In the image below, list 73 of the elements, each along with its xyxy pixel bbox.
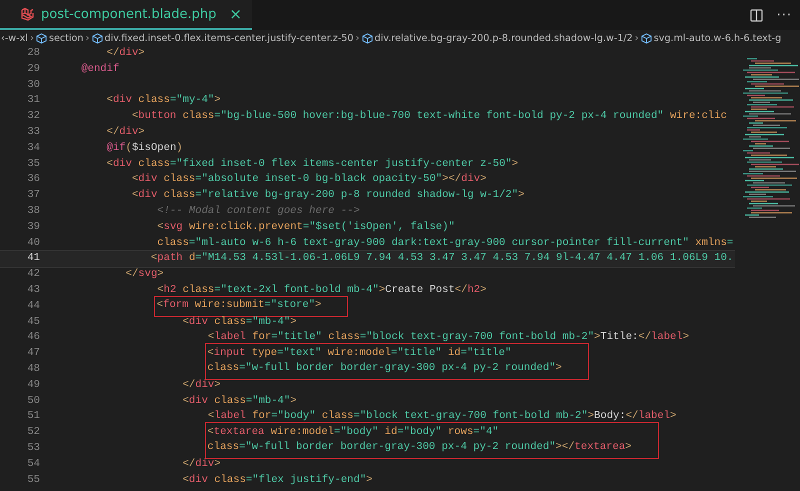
code-line: class="w-full border border-gray-300 px-4 py-2 rounded"></textarea> <box>207 440 632 456</box>
code-line: <input type="text" wire:model="title" id="title" <box>207 346 512 361</box>
cube-icon <box>362 32 373 44</box>
code-line: @if($isOpen) <box>106 140 183 156</box>
split-editor-icon[interactable] <box>750 8 763 22</box>
cube-icon <box>92 32 103 44</box>
line-number: 35 <box>26 156 40 172</box>
breadcrumb-item[interactable]: section <box>48 32 84 44</box>
line-number: 49 <box>26 378 40 393</box>
editor-tab[interactable]: post-component.blade.php × <box>0 0 252 30</box>
line-number: 30 <box>26 78 40 93</box>
code-line: <div class="mb-4"> <box>182 314 297 330</box>
line-number: 47 <box>26 346 40 362</box>
cube-icon <box>640 32 652 44</box>
code-line: <h2 class="text-2xl font-bold mb-4">Create Post</h2> <box>156 282 486 298</box>
line-number: 45 <box>26 314 40 330</box>
close-tab-button[interactable]: × <box>229 5 242 23</box>
code-line: </div> <box>182 456 221 472</box>
line-number: 28 <box>26 46 40 61</box>
chevron-separator: › <box>634 32 639 44</box>
line-number: 46 <box>26 330 40 346</box>
line-number: 39 <box>26 220 40 235</box>
code-line: class="ml-auto w-6 h-6 text-gray-900 dark:text-gray-900 cursor-pointer fill-current" xmlns= <box>156 236 734 251</box>
line-number: 32 <box>26 109 40 124</box>
breadcrumb-item[interactable]: div.relative.bg-gray-200.p-8.rounded.shadow-lg.w-1/2 <box>374 32 633 44</box>
code-line: <div class="flex justify-end"> <box>182 472 373 488</box>
line-number: 53 <box>26 440 40 456</box>
line-number: 37 <box>26 188 40 204</box>
code-line: class="w-full border border-gray-300 px-4 py-2 rounded"> <box>207 361 562 376</box>
line-number: 50 <box>26 394 40 409</box>
breadcrumb-item[interactable]: ‹-w-xl <box>1 32 28 44</box>
chevron-separator: › <box>356 32 360 44</box>
line-number: 40 <box>26 236 40 251</box>
code-line: <svg wire:click.prevent="$set('isOpen', false)" <box>156 220 455 235</box>
line-number: 44 <box>26 298 40 314</box>
code-line: <button class="bg-blue-500 hover:bg-blue-700 text-white font-bold py-2 px-4 rounded" wire:clic <box>130 109 727 124</box>
code-line: <label for="body" class="block text-gray-700 font-bold mb-2">Body:</label> <box>206 409 676 424</box>
line-number: 52 <box>26 425 40 440</box>
code-line: </div> <box>106 124 145 140</box>
code-line: <div class="fixed inset-0 flex items-center justify-center z-50"> <box>106 156 518 172</box>
code-line: <!-- Modal content goes here --> <box>156 204 360 219</box>
code-line: <label for="title" class="block text-gray-700 font-bold mb-2">Title:</label> <box>206 330 690 346</box>
line-number: 29 <box>26 62 40 77</box>
line-number: 43 <box>26 282 40 298</box>
breadcrumb-item[interactable]: div.fixed.inset-0.flex.items-center.justify-center.z-50 <box>104 32 354 44</box>
line-number: 55 <box>26 472 40 488</box>
line-number: 31 <box>26 93 40 108</box>
line-number: 33 <box>26 124 40 140</box>
line-number: 48 <box>26 362 40 377</box>
code-line: <form wire:submit="store"> <box>156 298 322 314</box>
chevron-separator: › <box>86 32 90 44</box>
code-line: <div class="relative bg-gray-200 p-8 rounded shadow-lg w-1/2"> <box>130 188 524 204</box>
cube-icon <box>36 32 47 44</box>
line-number: 36 <box>26 172 40 188</box>
code-line: <div class="absolute inset-0 bg-black opacity-50"></div> <box>130 172 486 188</box>
code-line: <textarea wire:model="body" id="body" rows="4" <box>207 424 500 440</box>
line-number: 54 <box>26 456 40 472</box>
breadcrumb-item[interactable]: svg.ml-auto.w-6.h-6.text-g <box>654 32 782 44</box>
line-number: 51 <box>26 409 40 424</box>
code-line: </div> <box>106 46 145 61</box>
code-line: <path d="M14.53 4.53l-1.06-1.06L9 7.94 4.53 3.47 3.47 4.53 7.94 9l-4.47 4.47 1.06 1.06L9 10. <box>150 251 734 266</box>
line-number: 42 <box>26 267 40 282</box>
line-number: 41 <box>26 251 40 266</box>
code-line: @endif <box>80 62 120 77</box>
chevron-separator: › <box>30 32 34 44</box>
more-actions-button[interactable]: ··· <box>776 8 792 22</box>
laravel-logo-icon <box>20 7 34 21</box>
code-line: <div class="my-4"> <box>106 93 221 108</box>
code-line: <div class="mb-4"> <box>182 394 297 409</box>
line-number: 38 <box>26 204 40 219</box>
code-line: </div> <box>182 378 221 393</box>
line-number: 34 <box>26 140 40 156</box>
code-line: </svg> <box>124 267 164 282</box>
